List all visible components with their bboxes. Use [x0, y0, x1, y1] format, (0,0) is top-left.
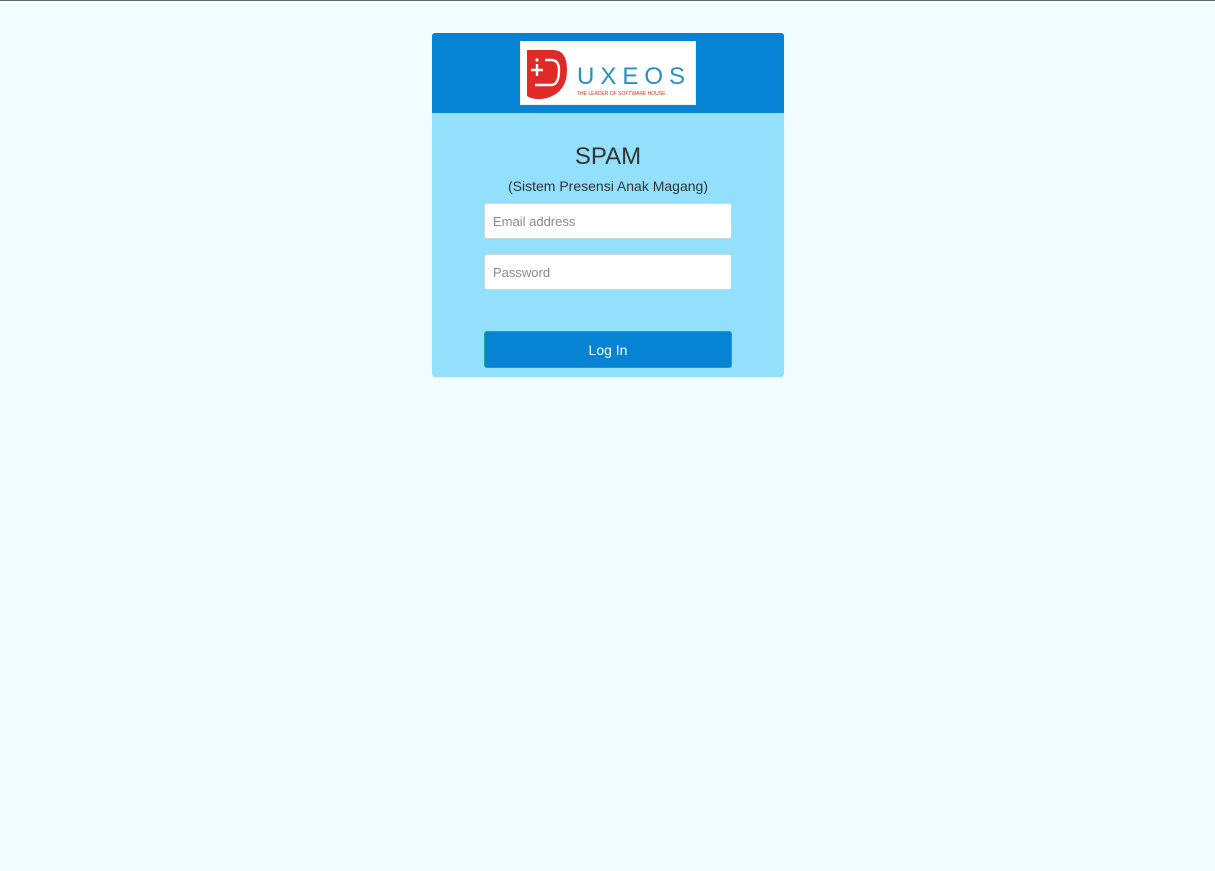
- logo-graphic: UXEOS THE LEADER OF SOFTWARE HOUSE: [527, 50, 691, 100]
- page-title: SPAM: [574, 143, 642, 170]
- card-body: SPAM (Sistem Presensi Anak Magang) Log I…: [432, 113, 784, 377]
- login-card: UXEOS THE LEADER OF SOFTWARE HOUSE SPAM …: [432, 33, 784, 377]
- logo-tagline: THE LEADER OF SOFTWARE HOUSE: [577, 91, 666, 97]
- password-field[interactable]: [484, 254, 732, 290]
- login-button[interactable]: Log In: [484, 331, 732, 368]
- logo-dot-icon: [535, 58, 539, 62]
- email-field[interactable]: [484, 203, 732, 239]
- logo-wordmark: UXEOS: [577, 63, 691, 90]
- duxeos-logo: UXEOS THE LEADER OF SOFTWARE HOUSE: [520, 41, 696, 105]
- page-subtitle: (Sistem Presensi Anak Magang): [508, 178, 708, 194]
- card-header: UXEOS THE LEADER OF SOFTWARE HOUSE: [432, 33, 784, 113]
- logo-shield-icon: [527, 50, 567, 100]
